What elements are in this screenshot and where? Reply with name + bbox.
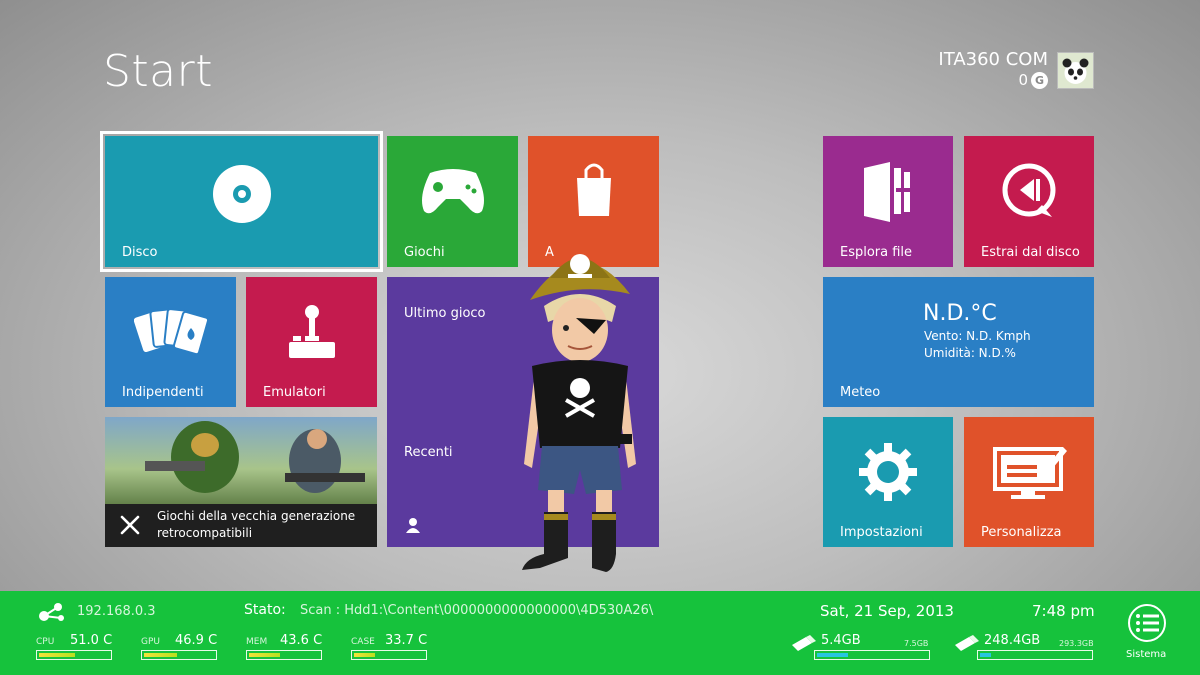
stato-value: Scan : Hdd1:\Content\0000000000000000\4D… bbox=[300, 603, 654, 618]
person-icon bbox=[405, 517, 421, 537]
banner-caption: Giochi della vecchia generazione retroco… bbox=[157, 509, 356, 540]
tile-label: Indipendenti bbox=[122, 385, 204, 400]
meter-fill bbox=[249, 653, 280, 657]
tile-giochi[interactable]: Giochi bbox=[387, 136, 518, 267]
tile-label: Giochi bbox=[404, 245, 445, 260]
avatar[interactable] bbox=[1057, 52, 1094, 89]
tile-retrocompatibili[interactable]: Giochi della vecchia generazione retroco… bbox=[105, 417, 377, 547]
ultimo-gioco-label: Ultimo gioco bbox=[404, 306, 486, 321]
menu-label: Sistema bbox=[1126, 649, 1167, 660]
shopping-bag-icon bbox=[571, 160, 617, 222]
meter-label: CPU bbox=[36, 637, 55, 647]
drive-fill bbox=[980, 653, 991, 657]
profile-info[interactable]: ITA360 COM 0 G bbox=[938, 49, 1048, 89]
meter-bar bbox=[141, 650, 217, 660]
controller-icon bbox=[418, 167, 488, 221]
drive-total: 293.3GB bbox=[1059, 639, 1094, 648]
tile-impostazioni[interactable]: Impostazioni bbox=[823, 417, 953, 547]
meter-label: MEM bbox=[246, 637, 268, 647]
meter-label: CASE bbox=[351, 637, 375, 647]
drive-bar bbox=[814, 650, 930, 660]
cards-icon bbox=[133, 304, 209, 364]
tile-esplora-file[interactable]: Esplora file bbox=[823, 136, 953, 267]
stato-label: Stato: bbox=[244, 602, 286, 618]
tile-label: Impostazioni bbox=[840, 525, 923, 540]
meter-bar bbox=[351, 650, 427, 660]
xbox-icon bbox=[119, 514, 141, 540]
gear-icon bbox=[857, 441, 919, 507]
gamerscore-value: 0 bbox=[1018, 71, 1028, 89]
status-bar: 192.168.0.3 Stato: Scan : Hdd1:\Content\… bbox=[0, 591, 1200, 675]
tile-label: Estrai dal disco bbox=[981, 245, 1080, 260]
meter-label: GPU bbox=[141, 637, 160, 647]
tile-label: Disco bbox=[122, 245, 158, 260]
meter-fill bbox=[39, 653, 75, 657]
meter-bar bbox=[36, 650, 112, 660]
banner-caption-bar: Giochi della vecchia generazione retroco… bbox=[105, 504, 377, 547]
tile-label: Emulatori bbox=[263, 385, 326, 400]
joystick-icon bbox=[287, 302, 337, 366]
pirate-avatar-icon bbox=[522, 254, 636, 572]
usb-drive-icon bbox=[955, 635, 979, 651]
meter-bar bbox=[246, 650, 322, 660]
tile-personalizza[interactable]: Personalizza bbox=[964, 417, 1094, 547]
gamertag: ITA360 COM bbox=[938, 49, 1048, 70]
tile-indipendenti[interactable]: Indipendenti bbox=[105, 277, 236, 407]
drive-total: 7.5GB bbox=[904, 639, 929, 648]
weather-wind: Vento: N.D. Kmph bbox=[924, 329, 1031, 343]
drive-free: 248.4GB bbox=[984, 633, 1041, 648]
ip-address: 192.168.0.3 bbox=[77, 604, 156, 619]
date: Sat, 21 Sep, 2013 bbox=[820, 602, 954, 620]
gamerscore-icon: G bbox=[1031, 71, 1048, 89]
time: 7:48 pm bbox=[1032, 602, 1095, 620]
eject-icon bbox=[998, 161, 1060, 227]
meter-value: 46.9 C bbox=[175, 633, 218, 648]
recenti-label: Recenti bbox=[404, 445, 453, 460]
list-icon bbox=[1136, 614, 1159, 632]
disc-icon bbox=[212, 164, 272, 228]
tile-estrai-disco[interactable]: Estrai dal disco bbox=[964, 136, 1094, 267]
tile-disco[interactable]: Disco bbox=[100, 131, 383, 272]
system-menu-button[interactable] bbox=[1128, 604, 1166, 642]
tile-label: Personalizza bbox=[981, 525, 1062, 540]
page-title: Start bbox=[103, 46, 213, 97]
file-explorer-icon bbox=[860, 160, 916, 228]
meter-value: 51.0 C bbox=[70, 633, 113, 648]
tile-meteo[interactable]: N.D.°C Vento: N.D. Kmph Umidità: N.D.% M… bbox=[823, 277, 1094, 407]
meter-fill bbox=[354, 653, 375, 657]
drive-bar bbox=[977, 650, 1093, 660]
tile-label: Meteo bbox=[840, 385, 881, 400]
drive-fill bbox=[817, 653, 848, 657]
usb-drive-icon bbox=[792, 635, 816, 651]
network-icon bbox=[38, 601, 66, 627]
meter-value: 33.7 C bbox=[385, 633, 428, 648]
monitor-brush-icon bbox=[991, 443, 1067, 505]
tile-label: Esplora file bbox=[840, 245, 913, 260]
meter-fill bbox=[144, 653, 177, 657]
weather-temp: N.D.°C bbox=[923, 301, 997, 326]
tile-emulatori[interactable]: Emulatori bbox=[246, 277, 377, 407]
panda-icon bbox=[1062, 58, 1089, 84]
gamerscore: 0 G bbox=[938, 71, 1048, 89]
avatar-character[interactable] bbox=[510, 238, 650, 583]
drive-free: 5.4GB bbox=[821, 633, 861, 648]
weather-humidity: Umidità: N.D.% bbox=[924, 346, 1016, 360]
meter-value: 43.6 C bbox=[280, 633, 323, 648]
